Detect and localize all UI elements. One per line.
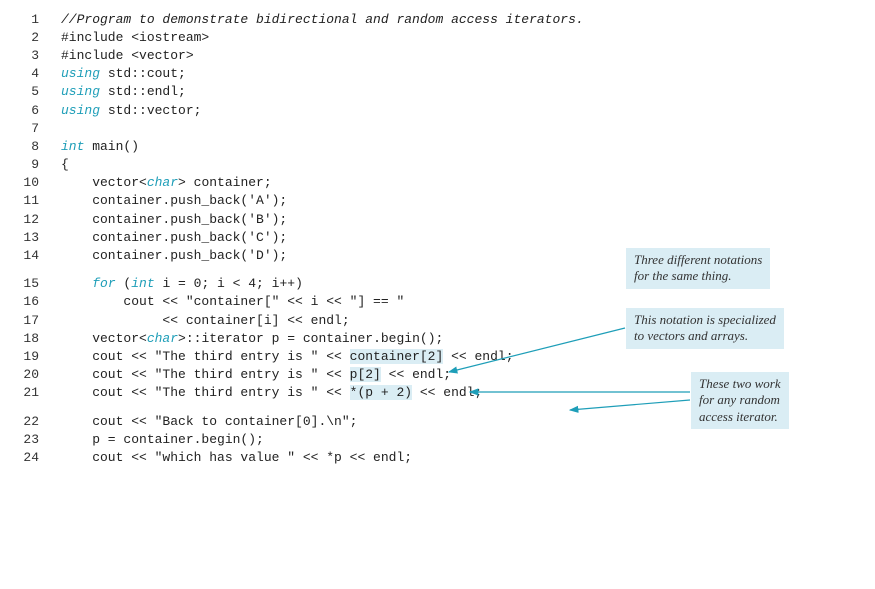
line-number: 18 [5,331,61,346]
line-number: 2 [5,30,61,45]
callout-text: access iterator. [699,409,778,424]
callout-text: These two work [699,376,781,391]
code-text: vector<char> container; [61,175,272,190]
callout-random-access: These two work for any random access ite… [691,372,789,429]
line-number: 1 [5,12,61,27]
code-line: 9{ [5,156,870,174]
line-number: 5 [5,84,61,99]
code-text: using std::cout; [61,66,186,81]
code-line: 10 vector<char> container; [5,174,870,192]
code-line: 24 cout << "which has value " << *p << e… [5,448,870,466]
line-number: 17 [5,313,61,328]
code-text: container.push_back('D'); [61,248,287,263]
callout-specialized: This notation is specialized to vectors … [626,308,784,349]
callout-text: Three different notations [634,252,762,267]
code-text: cout << "The third entry is " << p[2] <<… [61,367,451,382]
code-line: 3#include <vector> [5,46,870,64]
code-text: for (int i = 0; i < 4; i++) [61,276,303,291]
line-number: 7 [5,121,61,136]
code-line: 5using std::endl; [5,83,870,101]
code-text: cout << "container[" << i << "] == " [61,294,404,309]
code-line: 19 cout << "The third entry is " << cont… [5,347,870,365]
code-text: container.push_back('A'); [61,193,287,208]
line-number: 13 [5,230,61,245]
line-number: 14 [5,248,61,263]
code-text: vector<char>::iterator p = container.beg… [61,331,443,346]
code-text: << container[i] << endl; [61,313,350,328]
line-number: 15 [5,276,61,291]
callout-text: for any random [699,392,780,407]
line-number: 4 [5,66,61,81]
code-text: using std::endl; [61,84,186,99]
callout-text: for the same thing. [634,268,732,283]
line-number: 3 [5,48,61,63]
code-text: #include <vector> [61,48,194,63]
line-number: 19 [5,349,61,364]
line-number: 10 [5,175,61,190]
code-text: cout << "The third entry is " << contain… [61,349,514,364]
line-number: 20 [5,367,61,382]
code-text: #include <iostream> [61,30,209,45]
code-text: cout << "The third entry is " << *(p + 2… [61,385,482,400]
code-line: 4using std::cout; [5,65,870,83]
line-number: 8 [5,139,61,154]
line-number: 24 [5,450,61,465]
line-number: 12 [5,212,61,227]
line-number: 16 [5,294,61,309]
line-number: 21 [5,385,61,400]
code-text: cout << "which has value " << *p << endl… [61,450,412,465]
line-number: 11 [5,193,61,208]
code-line: 23 p = container.begin(); [5,430,870,448]
code-line: 6using std::vector; [5,101,870,119]
code-text: { [61,157,69,172]
code-line: 8int main() [5,137,870,155]
code-line: 11 container.push_back('A'); [5,192,870,210]
code-text: using std::vector; [61,103,201,118]
code-text: int main() [61,139,139,154]
line-number: 22 [5,414,61,429]
code-text: //Program to demonstrate bidirectional a… [61,12,584,27]
callout-text: to vectors and arrays. [634,328,748,343]
code-text: container.push_back('C'); [61,230,287,245]
callout-three-notations: Three different notations for the same t… [626,248,770,289]
code-line: 2#include <iostream> [5,28,870,46]
code-line: 7 [5,119,870,137]
code-text: cout << "Back to container[0].\n"; [61,414,357,429]
line-number: 6 [5,103,61,118]
code-text: container.push_back('B'); [61,212,287,227]
code-line: 13 container.push_back('C'); [5,228,870,246]
line-number: 23 [5,432,61,447]
line-number: 9 [5,157,61,172]
code-line: 12 container.push_back('B'); [5,210,870,228]
code-line: 1//Program to demonstrate bidirectional … [5,10,870,28]
code-text: p = container.begin(); [61,432,264,447]
callout-text: This notation is specialized [634,312,776,327]
